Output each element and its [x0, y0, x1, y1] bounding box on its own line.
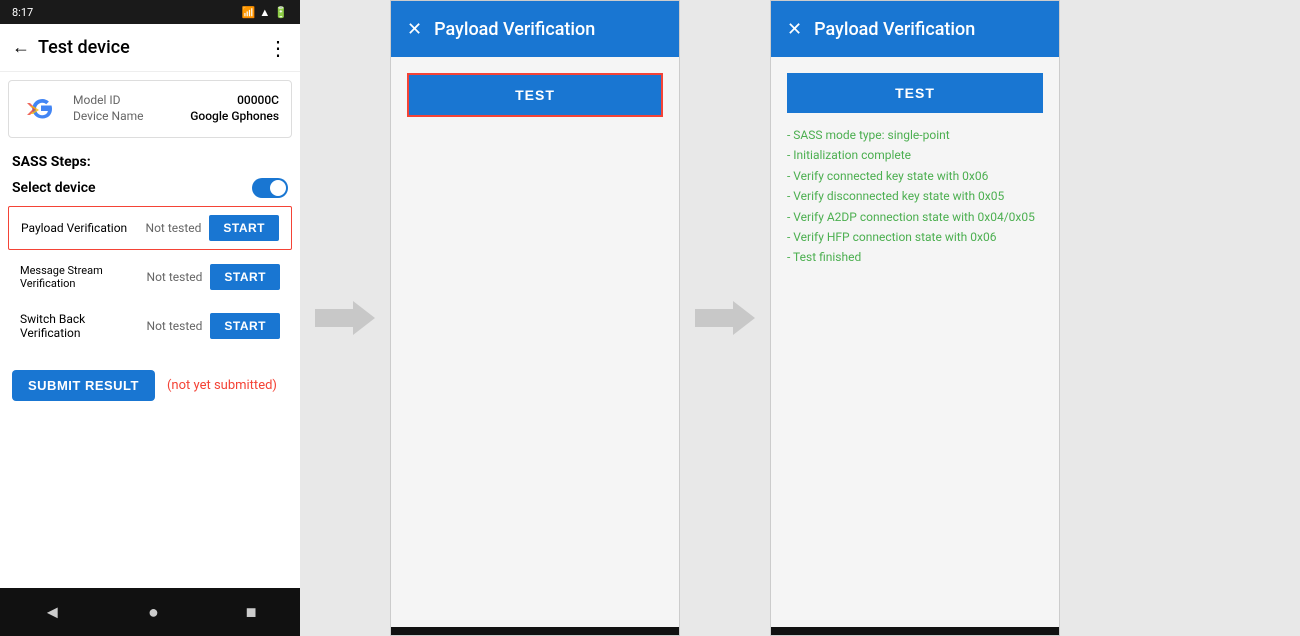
- app-title: Test device: [38, 37, 130, 58]
- start-message-button[interactable]: START: [210, 264, 280, 290]
- result-item: - Verify HFP connection state with 0x06: [787, 227, 1043, 247]
- status-bar: 8:17 📶 ▲ 🔋: [0, 0, 300, 24]
- nav-recent-icon[interactable]: ■: [246, 602, 257, 623]
- select-device-toggle[interactable]: [252, 178, 288, 198]
- start-switchback-button[interactable]: START: [210, 313, 280, 339]
- result-list: - SASS mode type: single-point- Initiali…: [787, 125, 1043, 268]
- dialog-title-1: Payload Verification: [434, 19, 663, 40]
- status-time: 8:17: [12, 6, 33, 19]
- submit-row: SUBMIT RESULT (not yet submitted): [0, 358, 300, 413]
- test-status-payload: Not tested: [146, 221, 202, 235]
- submit-result-button[interactable]: SUBMIT RESULT: [12, 370, 155, 401]
- test-row-payload: Payload Verification Not tested START: [8, 206, 292, 250]
- device-info-card: Model ID 00000C Device Name Google Gphon…: [8, 80, 292, 138]
- phone-nav-bar: ◄ ● ■: [0, 588, 300, 636]
- dialog-bottom-bar-1: [391, 627, 679, 635]
- test-row-switchback: Switch Back Verification Not tested STAR…: [8, 304, 292, 348]
- result-item: - Verify disconnected key state with 0x0…: [787, 186, 1043, 206]
- test-name-message: Message StreamVerification: [20, 264, 147, 290]
- battery-icon: 🔋: [274, 6, 288, 19]
- result-item: - Initialization complete: [787, 145, 1043, 165]
- nav-back-icon[interactable]: ◄: [43, 602, 61, 623]
- status-icons: 📶 ▲ 🔋: [242, 6, 288, 19]
- device-name-value: Google Gphones: [190, 109, 279, 123]
- dialog-bottom-bar-2: [771, 627, 1059, 635]
- model-value: 00000C: [237, 93, 279, 107]
- dialog-body-2: TEST - SASS mode type: single-point- Ini…: [771, 57, 1059, 627]
- test-status-message: Not tested: [147, 270, 203, 284]
- select-device-row: Select device: [0, 174, 300, 206]
- menu-icon[interactable]: ⋮: [268, 36, 288, 60]
- phone-screen: 8:17 📶 ▲ 🔋 ← Test device ⋮: [0, 0, 300, 636]
- model-label: Model ID: [73, 93, 120, 107]
- start-payload-button[interactable]: START: [209, 215, 279, 241]
- back-button[interactable]: ←: [12, 37, 30, 58]
- nav-home-icon[interactable]: ●: [148, 602, 159, 623]
- test-name-payload: Payload Verification: [21, 221, 146, 235]
- wifi-icon: ▲: [259, 6, 270, 19]
- test-button-1[interactable]: TEST: [407, 73, 663, 117]
- dialog-screen-1: ✕ Payload Verification TEST: [390, 0, 680, 636]
- select-device-label: Select device: [12, 180, 96, 196]
- test-button-2[interactable]: TEST: [787, 73, 1043, 113]
- result-item: - SASS mode type: single-point: [787, 125, 1043, 145]
- screen-container: 8:17 📶 ▲ 🔋 ← Test device ⋮: [0, 0, 1300, 636]
- close-icon-2[interactable]: ✕: [787, 19, 802, 40]
- result-item: - Verify A2DP connection state with 0x04…: [787, 207, 1043, 227]
- phone-content: ← Test device ⋮ Model ID 00000C: [0, 24, 300, 588]
- device-label: Device Name: [73, 109, 144, 123]
- arrow-2-container: [680, 301, 770, 335]
- dialog-header-1: ✕ Payload Verification: [391, 1, 679, 57]
- google-logo: [21, 89, 61, 129]
- test-name-switchback: Switch Back Verification: [20, 312, 147, 340]
- toggle-knob: [270, 180, 286, 196]
- sim-icon: 📶: [242, 6, 256, 19]
- test-status-switchback: Not tested: [147, 319, 203, 333]
- arrow-1-icon: [315, 301, 375, 335]
- app-bar: ← Test device ⋮: [0, 24, 300, 72]
- dialog-screen-2: ✕ Payload Verification TEST - SASS mode …: [770, 0, 1060, 636]
- dialog-body-1: TEST: [391, 57, 679, 627]
- app-bar-left: ← Test device: [12, 37, 130, 58]
- close-icon-1[interactable]: ✕: [407, 19, 422, 40]
- arrow-2-icon: [695, 301, 755, 335]
- device-details: Model ID 00000C Device Name Google Gphon…: [73, 93, 279, 125]
- test-row-message: Message StreamVerification Not tested ST…: [8, 256, 292, 298]
- dialog-header-2: ✕ Payload Verification: [771, 1, 1059, 57]
- submit-status: (not yet submitted): [167, 378, 277, 393]
- result-item: - Test finished: [787, 247, 1043, 267]
- arrow-1-container: [300, 301, 390, 335]
- sass-steps-title: SASS Steps:: [0, 146, 300, 174]
- result-item: - Verify connected key state with 0x06: [787, 166, 1043, 186]
- dialog-title-2: Payload Verification: [814, 19, 1043, 40]
